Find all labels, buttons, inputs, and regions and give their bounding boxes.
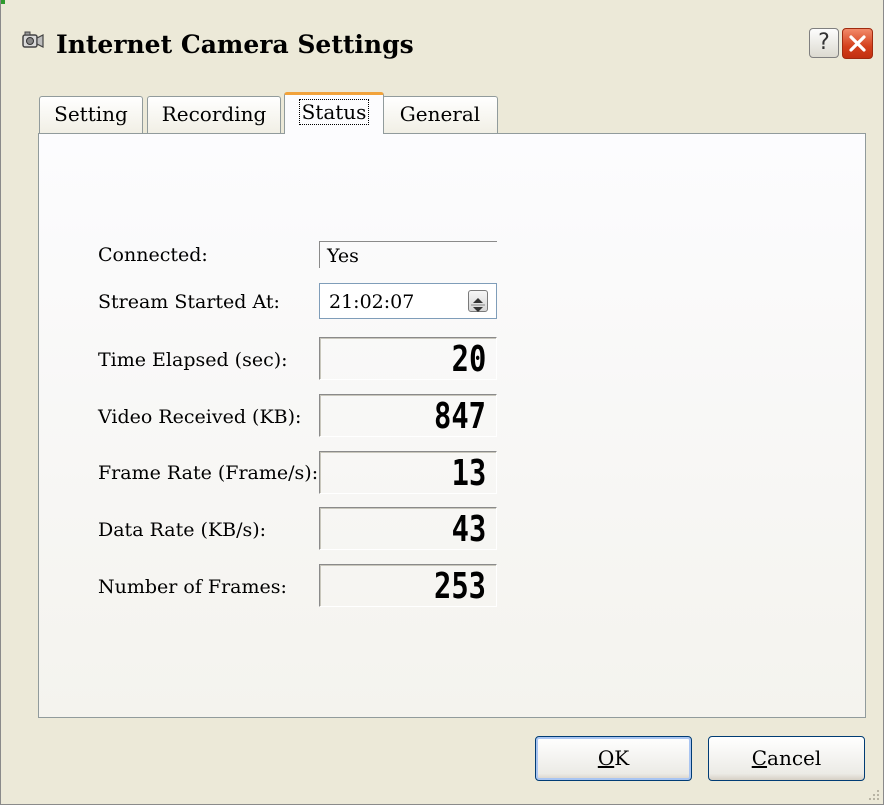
cancel-accel: C (751, 746, 768, 770)
number-of-frames-value: 253 (433, 566, 486, 607)
frame-rate-label: Frame Rate (Frame/s): (98, 462, 319, 484)
stream-started-value: 21:02:07 (329, 291, 415, 313)
tab-label: Recording (161, 102, 267, 126)
frame-rate-display: 13 (319, 451, 497, 494)
close-icon (849, 35, 866, 52)
window-title: Internet Camera Settings (56, 30, 414, 59)
cancel-button[interactable]: Cancel (708, 736, 865, 781)
video-received-label: Video Received (KB): (98, 406, 302, 428)
cancel-rest: ancel (767, 746, 822, 770)
video-received-value: 847 (433, 396, 486, 437)
tab-general[interactable]: General (382, 96, 498, 133)
data-rate-value: 43 (451, 509, 486, 550)
tab-label: Status (298, 99, 370, 125)
ok-rest: K (614, 746, 630, 770)
ok-button[interactable]: OK (535, 736, 692, 781)
stream-started-label: Stream Started At: (98, 291, 280, 313)
dialog-window: Internet Camera Settings ? Setting Recor… (0, 0, 884, 805)
time-elapsed-value: 20 (451, 339, 486, 380)
number-of-frames-label: Number of Frames: (98, 576, 287, 598)
data-rate-display: 43 (319, 507, 497, 550)
time-spinner[interactable] (468, 290, 488, 312)
number-of-frames-display: 253 (319, 564, 497, 607)
tab-label: Setting (54, 102, 128, 126)
data-rate-label: Data Rate (KB/s): (98, 519, 267, 541)
help-button[interactable]: ? (809, 28, 839, 58)
ok-accel: O (597, 746, 615, 770)
frame-rate-value: 13 (451, 453, 486, 494)
time-elapsed-label: Time Elapsed (sec): (98, 349, 288, 371)
camera-icon (22, 31, 44, 48)
time-elapsed-display: 20 (319, 337, 497, 380)
tab-recording[interactable]: Recording (147, 96, 281, 133)
tab-label: General (399, 102, 481, 126)
close-button[interactable] (842, 28, 873, 59)
spin-up-down-icon (471, 298, 485, 312)
resize-grip-icon[interactable] (866, 787, 880, 801)
title-bar[interactable]: Internet Camera Settings ? (1, 4, 883, 76)
stream-started-time-input[interactable]: 21:02:07 (319, 283, 497, 319)
connected-value: Yes (319, 241, 497, 268)
connected-label: Connected: (98, 244, 208, 266)
video-received-display: 847 (319, 394, 497, 437)
tab-status[interactable]: Status (284, 92, 384, 134)
tab-setting[interactable]: Setting (39, 96, 143, 133)
